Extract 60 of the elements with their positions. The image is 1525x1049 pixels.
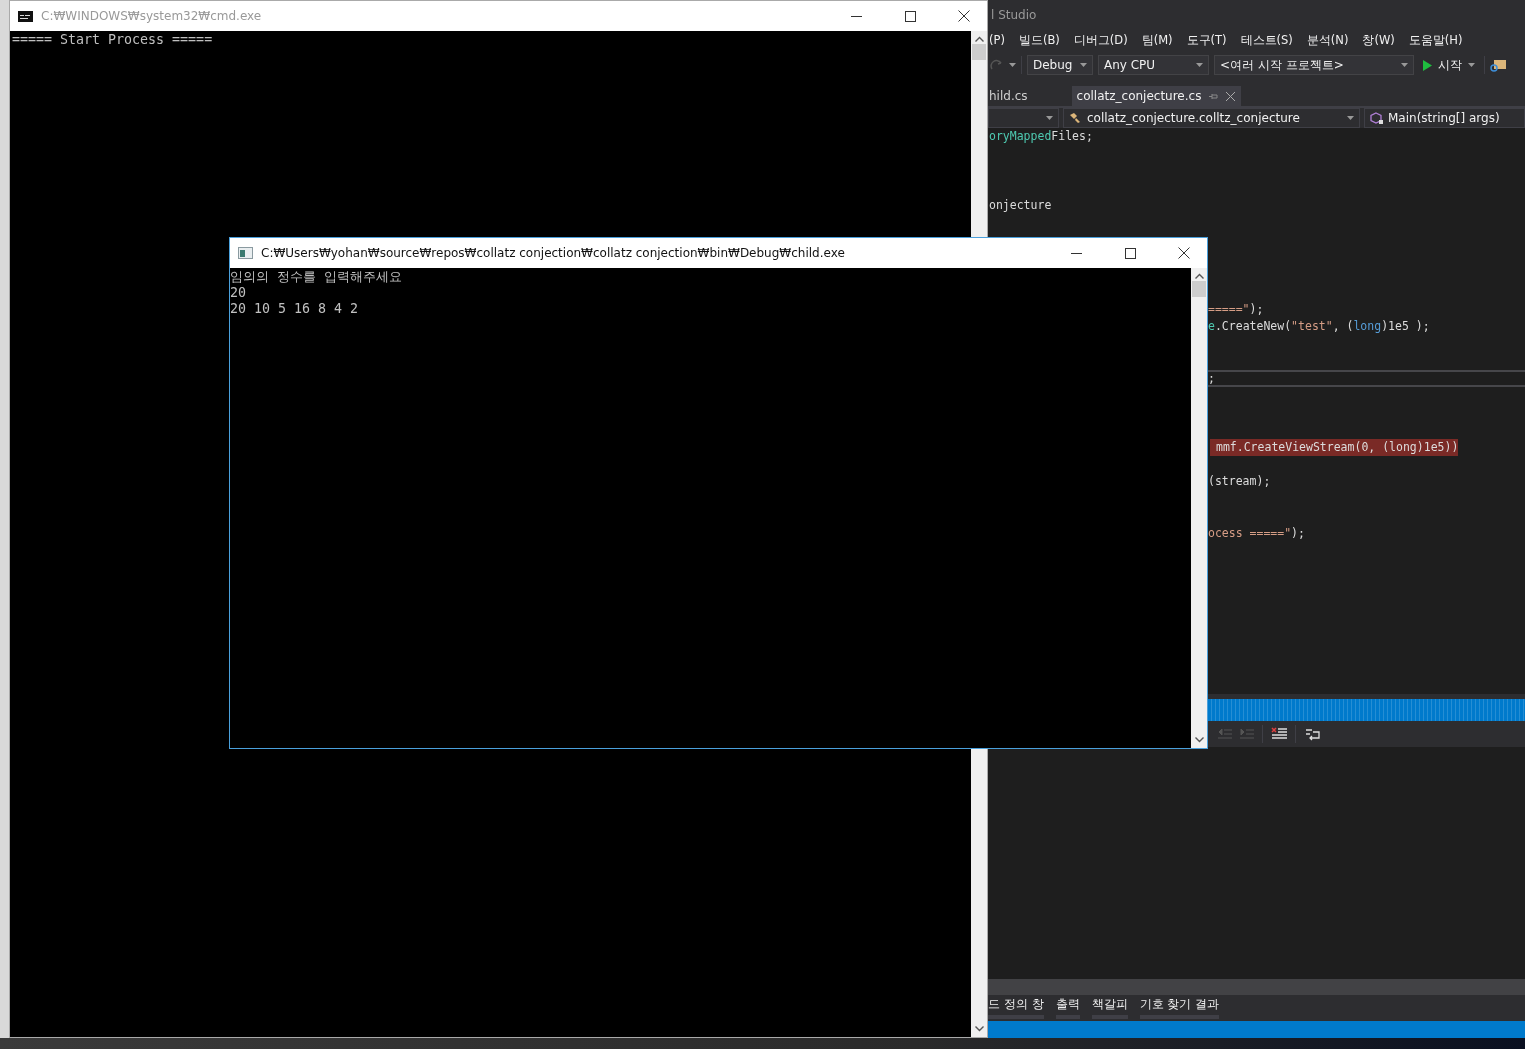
code-line: ocess ====="); xyxy=(1208,524,1305,542)
code-line: ; xyxy=(1208,371,1215,385)
menu-item[interactable]: 팀(M) xyxy=(1141,32,1173,48)
maximize-icon[interactable] xyxy=(904,10,916,22)
member-dropdown[interactable]: Main(string[] args) xyxy=(1364,108,1525,128)
window-title: C:₩WINDOWS₩system32₩cmd.exe xyxy=(41,9,263,23)
caret-icon xyxy=(1009,63,1016,67)
caret-icon xyxy=(1468,63,1475,67)
console-line: ===== Start Process ===== xyxy=(12,32,213,48)
folder-search-icon[interactable] xyxy=(1490,58,1506,72)
caret-icon xyxy=(1196,63,1203,67)
configuration-dropdown[interactable]: Debug xyxy=(1027,55,1093,75)
menu-item[interactable]: 분석(N) xyxy=(1306,32,1349,48)
scroll-down-icon[interactable] xyxy=(1194,737,1204,743)
console-line: 20 10 5 16 8 4 2 xyxy=(230,301,359,317)
minimize-icon[interactable] xyxy=(850,15,862,17)
maximize-icon[interactable] xyxy=(1124,247,1136,259)
caret-icon xyxy=(1080,63,1087,67)
minimize-icon[interactable] xyxy=(1070,252,1082,254)
caret-icon xyxy=(1046,116,1053,120)
close-icon[interactable] xyxy=(958,10,970,22)
menu-item[interactable]: (P) xyxy=(989,33,1005,47)
menu-item[interactable]: 테스트(S) xyxy=(1240,32,1293,48)
startup-project-dropdown[interactable]: <여러 시작 프로젝트> xyxy=(1214,55,1414,75)
class-icon xyxy=(1069,112,1083,124)
file-tab[interactable]: hild.cs xyxy=(988,86,1034,106)
type-dropdown[interactable]: collatz_conjecture.colltz_conjecture xyxy=(1063,108,1360,128)
caret-icon xyxy=(1401,63,1408,67)
window-title: C:₩Users₩yohan₩source₩repos₩collatz conjection₩collatz conjection₩bin₩Debug₩child.exe xyxy=(261,246,846,260)
scroll-thumb[interactable] xyxy=(1192,281,1206,297)
menu-item[interactable]: 빌드(B) xyxy=(1018,32,1060,48)
caret-icon xyxy=(1347,116,1354,120)
scroll-down-icon[interactable] xyxy=(974,1026,984,1032)
scroll-up-icon[interactable] xyxy=(974,36,984,42)
close-icon[interactable] xyxy=(1178,247,1190,259)
console-line: 임의의 정수를 입력해주세요 xyxy=(230,269,402,285)
menu-item[interactable]: 창(W) xyxy=(1362,32,1395,48)
code-line: (stream); xyxy=(1208,473,1271,490)
file-tab[interactable]: collatz_conjecture.cs xyxy=(1071,86,1242,106)
start-button[interactable]: 시작 xyxy=(1419,56,1479,74)
code-line: oryMappedFiles; xyxy=(989,128,1093,145)
window-title: l Studio xyxy=(991,8,1037,22)
play-icon xyxy=(1423,59,1432,71)
code-line: onjecture xyxy=(989,197,1052,214)
scroll-up-icon[interactable] xyxy=(1194,273,1204,279)
code-line: ====="); xyxy=(1208,300,1264,318)
clear-all-icon[interactable] xyxy=(1271,727,1287,741)
scrollbar[interactable] xyxy=(1191,268,1207,748)
pin-icon[interactable] xyxy=(1209,92,1219,100)
console-icon xyxy=(238,247,253,259)
platform-dropdown[interactable]: Any CPU xyxy=(1098,55,1209,75)
console-line: 20 xyxy=(230,285,246,301)
menu-item[interactable]: 도구(T) xyxy=(1186,32,1227,48)
method-icon xyxy=(1370,111,1384,125)
console-icon xyxy=(18,10,33,22)
menu-item[interactable]: 디버그(D) xyxy=(1073,32,1128,48)
code-line: e.CreateNew("test", (long)1e5 ); xyxy=(1208,317,1430,335)
word-wrap-icon[interactable] xyxy=(1304,727,1320,741)
scroll-thumb[interactable] xyxy=(972,44,986,60)
menu-item[interactable]: 도움말(H) xyxy=(1408,32,1463,48)
